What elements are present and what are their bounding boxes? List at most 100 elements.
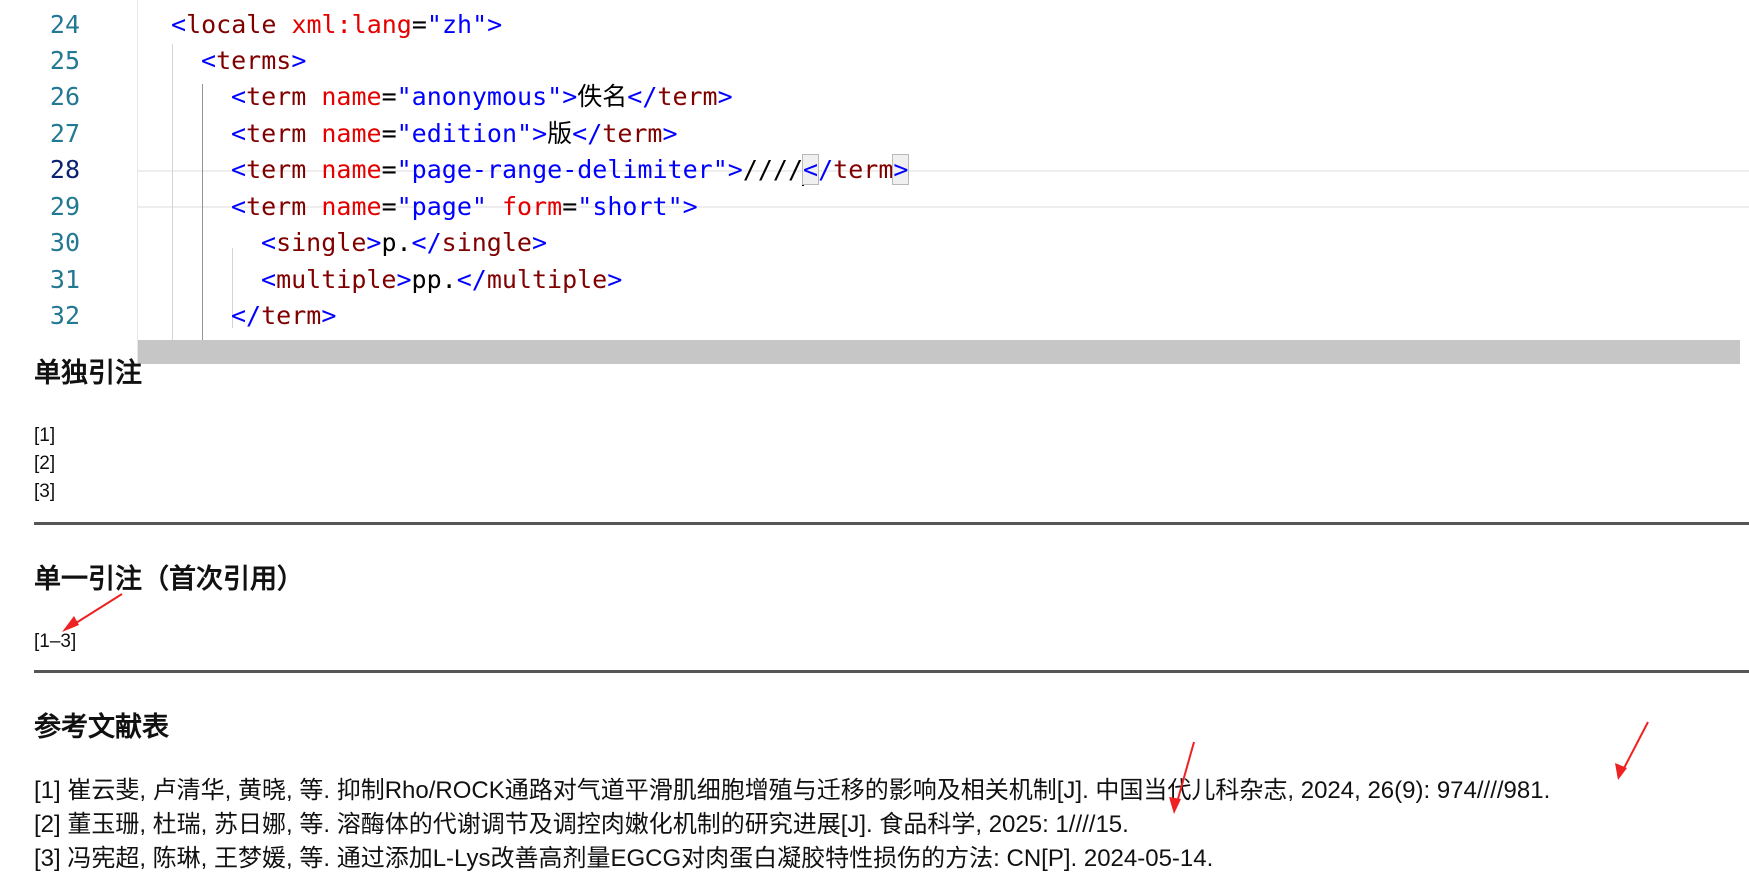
xml-bracket: </ (411, 228, 442, 257)
xml-equals: = (562, 192, 578, 221)
xml-attribute-value: "short" (577, 192, 683, 221)
xml-tag-name: term (261, 301, 322, 330)
heading-bibliography: 参考文献表 (34, 712, 169, 742)
code-content[interactable]: <term name="edition">版</term> (231, 114, 678, 154)
citation-item-2: [2] (34, 453, 56, 474)
matched-bracket: > (892, 154, 910, 185)
code-line[interactable]: 25 <terms> (0, 41, 1749, 81)
code-content[interactable]: <locale xml:lang="zh"> (171, 5, 502, 45)
bibliography-entry-1: [1] 崔云斐, 卢清华, 黄晓, 等. 抑制Rho/ROCK通路对气道平滑肌细… (34, 777, 1551, 804)
xml-attribute-value: "zh" (426, 10, 488, 39)
xml-bracket: > (531, 228, 548, 257)
matched-bracket: < (802, 154, 820, 185)
xml-bracket: </ (456, 265, 487, 294)
code-editor[interactable]: 24 <locale xml:lang="zh"> 25 <terms> 26 <term… (0, 0, 1749, 364)
code-content[interactable]: </term> (231, 296, 336, 336)
line-number: 31 (49, 265, 80, 294)
code-line[interactable]: 30 <single>p.</single> (0, 223, 1749, 263)
heading-single-citation: 单一引注（首次引用） (34, 564, 304, 594)
xml-bracket: > (682, 192, 698, 221)
line-number: 24 (49, 10, 80, 39)
code-content[interactable]: <term name="page-range-delimiter">////</… (231, 150, 910, 190)
xml-tag-name: term (246, 82, 307, 111)
line-number: 28 (49, 155, 80, 184)
bibliography-entry-3: [3] 冯宪超, 陈琳, 王梦媛, 等. 通过添加L-Lys改善高剂量EGCG对… (34, 845, 1214, 872)
xml-bracket: < (231, 192, 247, 221)
xml-text: 佚名 (577, 82, 628, 111)
line-number: 27 (49, 119, 80, 148)
xml-bracket: </ (231, 301, 262, 330)
xml-bracket: > (727, 155, 743, 184)
line-number: 29 (49, 192, 80, 221)
xml-text: p. (381, 228, 412, 257)
xml-attribute-value: "page" (396, 192, 487, 221)
xml-bracket: </ (627, 82, 658, 111)
heading-individual-citations: 单独引注 (34, 358, 142, 388)
rendered-document: 单独引注 [1] [2] [3] 单一引注（首次引用） [1–3] 参考文献表 … (0, 358, 1749, 884)
xml-tag-name: single (441, 228, 532, 257)
code-line[interactable]: 29 <term name="page" form="short"> (0, 187, 1749, 227)
bibliography-entry-2: [2] 董玉珊, 杜瑞, 苏日娜, 等. 溶酶体的代谢调节及调控肉嫩化机制的研究… (34, 811, 1129, 838)
code-content[interactable]: <term name="page" form="short"> (231, 187, 698, 227)
xml-equals: = (381, 155, 397, 184)
code-line[interactable]: 28 <term name="page-range-delimiter">////… (0, 150, 1749, 190)
code-line[interactable]: 32 </term> (0, 296, 1749, 336)
xml-bracket: > (562, 82, 578, 111)
code-line[interactable]: 24 <locale xml:lang="zh"> (0, 5, 1749, 45)
xml-bracket: / (818, 155, 834, 184)
citation-item-3: [3] (34, 481, 56, 502)
xml-bracket: > (366, 228, 382, 257)
line-number: 25 (49, 46, 80, 75)
xml-attribute: name (321, 82, 382, 111)
xml-bracket: < (201, 46, 217, 75)
xml-tag-name: term (246, 192, 307, 221)
xml-bracket: < (231, 119, 247, 148)
xml-bracket: > (607, 265, 623, 294)
xml-bracket: < (171, 10, 187, 39)
code-content[interactable]: <single>p.</single> (261, 223, 547, 263)
xml-attribute: form (502, 192, 563, 221)
xml-tag-name: term (246, 155, 307, 184)
xml-text: pp. (411, 265, 457, 294)
xml-bracket: < (261, 265, 277, 294)
xml-bracket: </ (572, 119, 603, 148)
xml-equals: = (411, 10, 427, 39)
xml-bracket: > (291, 46, 307, 75)
code-line[interactable]: 27 <term name="edition">版</term> (0, 114, 1749, 154)
code-content[interactable]: <term name="anonymous">佚名</term> (231, 77, 733, 117)
xml-bracket: > (717, 82, 733, 111)
xml-tag-name: multiple (486, 265, 608, 294)
xml-tag-name: terms (216, 46, 292, 75)
xml-equals: = (381, 82, 397, 111)
xml-bracket: < (231, 82, 247, 111)
code-line[interactable]: 26 <term name="anonymous">佚名</term> (0, 77, 1749, 117)
line-number: 30 (49, 228, 80, 257)
section-divider (34, 670, 1749, 673)
xml-bracket: < (261, 228, 277, 257)
xml-bracket: > (532, 119, 548, 148)
xml-bracket: < (231, 155, 247, 184)
xml-attribute-value: "edition" (396, 119, 533, 148)
xml-tag-name: term (657, 82, 718, 111)
xml-attribute: name (321, 155, 382, 184)
xml-text: //// (742, 155, 804, 184)
citation-item-1: [1] (34, 425, 56, 446)
xml-bracket: > (321, 301, 337, 330)
xml-equals: = (381, 119, 397, 148)
xml-text: 版 (547, 119, 573, 148)
xml-attribute-value: "page-range-delimiter" (396, 155, 728, 184)
code-content[interactable]: <terms> (201, 41, 306, 81)
code-content[interactable]: <multiple>pp.</multiple> (261, 260, 622, 300)
section-divider (34, 522, 1749, 525)
line-number: 26 (49, 82, 80, 111)
xml-equals: = (381, 192, 397, 221)
xml-bracket: > (396, 265, 412, 294)
code-line[interactable]: 31 <multiple>pp.</multiple> (0, 260, 1749, 300)
xml-tag-name: term (833, 155, 894, 184)
citation-range: [1–3] (34, 631, 77, 652)
